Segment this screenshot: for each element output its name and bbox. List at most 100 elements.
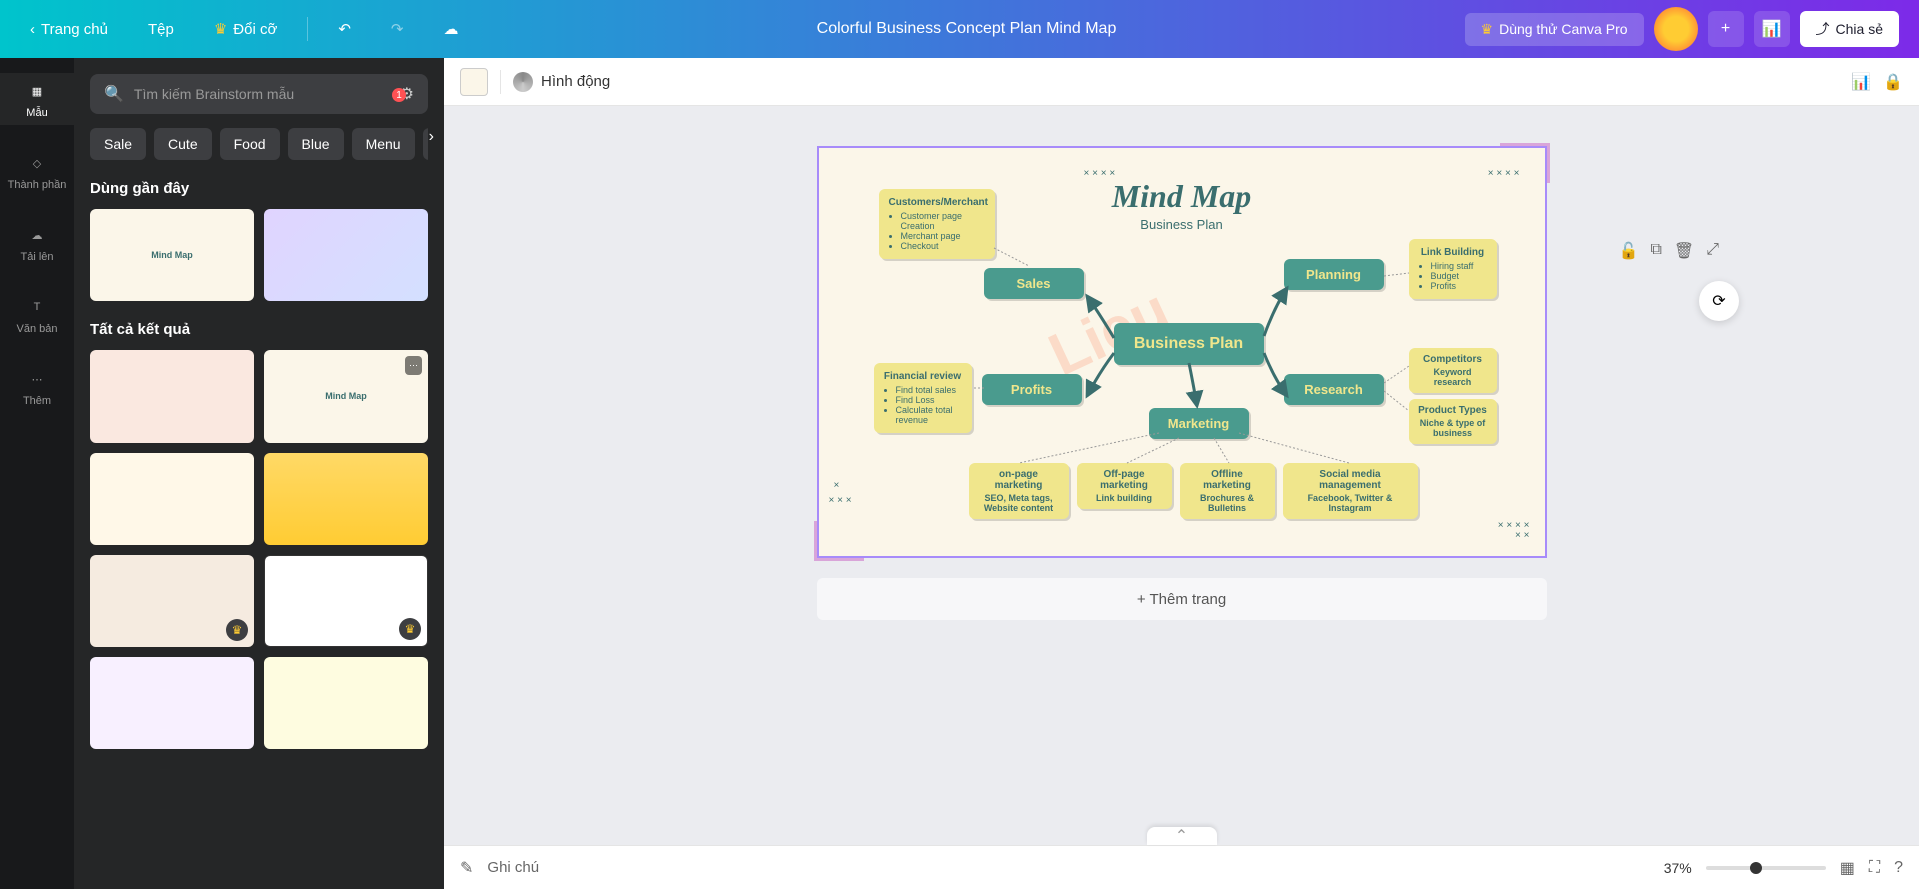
help-icon[interactable]: ? [1894,859,1903,877]
zoom-thumb[interactable] [1750,862,1762,874]
share-button[interactable]: ⤴ Chia sẻ [1800,11,1899,47]
chart-icon[interactable]: 📊 [1851,72,1871,92]
resize-label: Đổi cỡ [233,21,277,38]
grid-view-icon[interactable]: ▦ [1840,858,1855,878]
canvas-page[interactable]: × × × × × × × × × × × × × × × × × × Lieu… [817,146,1547,558]
cloud-sync-button[interactable]: ☁ [433,14,468,44]
try-pro-button[interactable]: ♛ Dùng thử Canva Pro [1465,13,1644,46]
nav-templates[interactable]: ▦ Mẫu [0,73,74,125]
zoom-slider[interactable] [1706,866,1826,870]
template-card[interactable] [264,453,428,545]
more-icon: ⋯ [25,367,49,391]
add-button[interactable]: + [1708,11,1744,47]
redo-icon: ↷ [391,20,404,38]
node-offline[interactable]: Offline marketing Brochures & Bulletins [1180,463,1275,519]
search-input[interactable] [134,86,390,102]
notes-icon[interactable]: ✎ [460,858,473,878]
nav-more[interactable]: ⋯ Thêm [0,361,74,413]
canvas-toolbar: Hình động 📊 🔒 [444,58,1919,106]
node-competitors[interactable]: Competitors Keyword research [1409,348,1497,393]
header-left: ‹ Trang chủ Tệp ♛ Đổi cỡ ↶ ↷ ☁ [20,14,468,44]
delete-icon[interactable]: 🗑 [1674,241,1694,261]
nav-text-label: Văn bản [17,323,58,335]
crown-icon: ♛ [1481,21,1494,38]
nav-text[interactable]: T Văn bản [0,289,74,341]
document-title[interactable]: Colorful Business Concept Plan Mind Map [468,20,1464,38]
header-right: ♛ Dùng thử Canva Pro + 📊 ⤴ Chia sẻ [1465,7,1899,51]
node-onpage[interactable]: on-page marketing SEO, Meta tags, Websit… [969,463,1069,519]
redo-button[interactable]: ↷ [381,14,414,44]
template-card[interactable]: ⋯ [264,350,428,442]
chip-food[interactable]: Food [220,128,280,160]
node-sales[interactable]: Sales [984,268,1084,299]
list-item: Customer page Creation [901,211,985,231]
template-card[interactable] [90,657,254,749]
animation-icon [513,72,533,92]
decoration-crosses: × [834,480,840,491]
crown-icon: ♛ [399,618,421,640]
node-planning[interactable]: Planning [1284,259,1384,290]
home-button[interactable]: ‹ Trang chủ [20,15,118,44]
resize-button[interactable]: ♛ Đổi cỡ [204,14,287,44]
main-layout: ▦ Mẫu ◇ Thành phần ☁ Tải lên T Văn bản ⋯… [0,58,1919,889]
animate-button[interactable]: Hình động [513,72,610,92]
subtitle-text: Business Plan [1112,217,1252,232]
unlock-icon[interactable]: 🔓 [1619,241,1639,261]
search-box[interactable]: 🔍 ⚙ 1 [90,74,428,114]
undo-button[interactable]: ↶ [328,14,361,44]
node-sub: Link building [1085,493,1164,503]
expand-timeline-button[interactable]: ⌃ [1147,827,1217,845]
zoom-level[interactable]: 37% [1664,860,1692,876]
chip-blue[interactable]: Blue [288,128,344,160]
node-sub: Facebook, Twitter & Instagram [1291,493,1410,513]
regenerate-button[interactable]: ⟳ [1699,281,1739,321]
chip-cute[interactable]: Cute [154,128,212,160]
node-offpage[interactable]: Off-page marketing Link building [1077,463,1172,509]
chip-sale[interactable]: Sale [90,128,146,160]
sparkle-icon: ⟳ [1712,291,1725,311]
node-marketing[interactable]: Marketing [1149,408,1249,439]
node-product-types[interactable]: Product Types Niche & type of business [1409,399,1497,444]
template-card[interactable] [90,350,254,442]
lock-icon[interactable]: 🔒 [1883,72,1903,92]
decoration-crosses: × × × × [1488,168,1520,179]
template-card[interactable]: ♛ [264,555,428,647]
list-item: Find total sales [896,385,962,395]
node-link-building[interactable]: Link Building Hiring staffBudgetProfits [1409,239,1497,299]
canvas-viewport[interactable]: 🔓 ⧉ 🗑 ⤢ ⟳ × × × × × × × × × × × × × × × … [444,106,1919,845]
notes-button[interactable]: Ghi chú [487,859,539,876]
list-item: Find Loss [896,395,962,405]
node-financial[interactable]: Financial review Find total salesFind Lo… [874,363,972,433]
chip-tra[interactable]: Tra [423,128,428,160]
list-item: Profits [1431,281,1487,291]
nav-uploads[interactable]: ☁ Tải lên [0,217,74,269]
chevron-left-icon: ‹ [30,21,35,38]
duplicate-icon[interactable]: ⧉ [1650,241,1661,261]
template-card[interactable] [90,453,254,545]
nav-elements[interactable]: ◇ Thành phần [0,145,74,197]
node-social[interactable]: Social media management Facebook, Twitte… [1283,463,1418,519]
template-card[interactable]: ♛ [90,555,254,647]
list-item: Calculate total revenue [896,405,962,425]
avatar[interactable] [1654,7,1698,51]
canvas-area: Hình động 📊 🔒 🔓 ⧉ 🗑 ⤢ ⟳ × × × × × × × × [444,58,1919,889]
fullscreen-icon[interactable]: ⛶ [1869,859,1880,877]
node-customers[interactable]: Customers/Merchant Customer page Creatio… [879,189,995,259]
analytics-button[interactable]: 📊 [1754,11,1790,47]
node-center[interactable]: Business Plan [1114,323,1264,365]
node-title: Off-page marketing [1085,469,1164,491]
more-icon[interactable]: ⋯ [405,356,422,375]
chip-menu[interactable]: Menu [352,128,415,160]
app-header: ‹ Trang chủ Tệp ♛ Đổi cỡ ↶ ↷ ☁ Colorful … [0,0,1919,58]
add-page-button[interactable]: + Thêm trang [817,578,1547,620]
expand-icon[interactable]: ⤢ [1706,241,1719,261]
node-profits[interactable]: Profits [982,374,1082,405]
template-card[interactable] [90,209,254,301]
file-menu[interactable]: Tệp [138,15,184,44]
background-color-picker[interactable] [460,68,488,96]
share-label: Chia sẻ [1836,21,1883,37]
node-research[interactable]: Research [1284,374,1384,405]
nav-more-label: Thêm [23,395,51,407]
template-card[interactable] [264,209,428,301]
template-card[interactable] [264,657,428,749]
